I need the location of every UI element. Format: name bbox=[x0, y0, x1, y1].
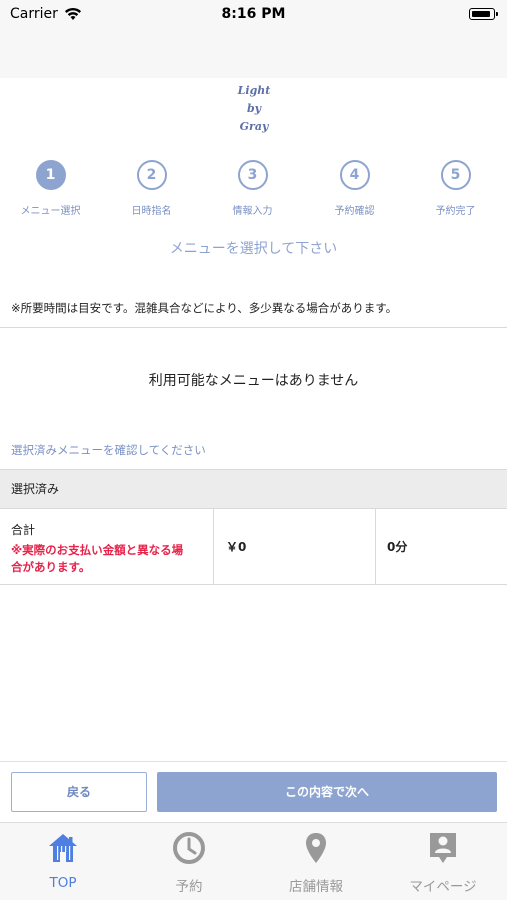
back-button[interactable]: 戻る bbox=[11, 772, 147, 812]
step-label: 日時指名 bbox=[131, 206, 172, 217]
tab-label: 店舗情報 bbox=[289, 879, 343, 895]
location-pin-icon bbox=[306, 833, 326, 863]
tab-mypage[interactable]: マイページ bbox=[380, 823, 506, 900]
step-number: 3 bbox=[237, 160, 268, 190]
divider bbox=[0, 327, 507, 328]
battery-icon bbox=[469, 8, 498, 20]
step-label: メニュー選択 bbox=[20, 206, 81, 217]
tab-label: TOP bbox=[49, 875, 77, 891]
logo-line-2: by bbox=[246, 102, 262, 115]
step-menu-select: 1 メニュー選択 bbox=[0, 160, 101, 217]
total-row: 合計 ※実際のお支払い金額と異なる場 合があります。 ￥0 0分 bbox=[0, 509, 507, 585]
step-number: 5 bbox=[440, 160, 471, 190]
divider bbox=[0, 761, 507, 762]
no-menu-message: 利用可能なメニューはありません bbox=[148, 373, 359, 389]
next-button[interactable]: この内容で次へ bbox=[157, 772, 497, 812]
tab-bar: TOP 予約 店舗情報 マイページ bbox=[0, 822, 507, 900]
tab-shop-info[interactable]: 店舗情報 bbox=[253, 823, 379, 900]
confirm-selected-link[interactable]: 選択済みメニューを確認してください bbox=[11, 442, 206, 458]
logo-line-1: Light bbox=[237, 84, 271, 97]
total-price: ￥0 bbox=[214, 509, 376, 585]
step-datetime: 2 日時指名 bbox=[101, 160, 202, 217]
step-label: 予約完了 bbox=[435, 206, 476, 217]
price-warning-line-1: ※実際のお支払い金額と異なる場 bbox=[11, 543, 184, 557]
step-label: 情報入力 bbox=[232, 206, 273, 217]
step-label: 予約確認 bbox=[334, 206, 375, 217]
duration-note: ※所要時間は目安です。混雑具合などにより、多少異なる場合があります。 bbox=[11, 301, 398, 315]
select-menu-prompt: メニューを選択して下さい bbox=[169, 241, 338, 257]
clock-icon bbox=[173, 832, 205, 864]
tab-label: 予約 bbox=[175, 879, 203, 895]
navigation-bar bbox=[0, 30, 507, 78]
shop-logo: Light by Gray bbox=[226, 82, 282, 140]
total-label: 合計 bbox=[11, 523, 36, 537]
step-info-input: 3 情報入力 bbox=[202, 160, 303, 217]
status-time: 8:16 PM bbox=[221, 6, 286, 22]
tab-label: マイページ bbox=[409, 879, 477, 895]
tab-top[interactable]: TOP bbox=[0, 823, 126, 900]
home-icon bbox=[49, 834, 77, 862]
selected-section-header: 選択済み bbox=[0, 469, 507, 509]
total-label-cell: 合計 ※実際のお支払い金額と異なる場 合があります。 bbox=[0, 509, 214, 585]
step-number: 2 bbox=[136, 160, 167, 190]
step-number: 4 bbox=[339, 160, 370, 190]
person-badge-icon bbox=[430, 833, 456, 863]
step-complete: 5 予約完了 bbox=[405, 160, 506, 217]
status-bar: Carrier 8:16 PM bbox=[0, 0, 507, 30]
booking-steps: 1 メニュー選択 2 日時指名 3 情報入力 4 予約確認 5 予約完了 bbox=[0, 160, 507, 220]
price-warning-line-2: 合があります。 bbox=[11, 560, 91, 574]
total-duration: 0分 bbox=[387, 540, 408, 554]
tab-reservation[interactable]: 予約 bbox=[126, 823, 252, 900]
step-confirm: 4 予約確認 bbox=[304, 160, 405, 217]
step-number: 1 bbox=[35, 160, 66, 190]
logo-line-3: Gray bbox=[239, 120, 269, 133]
